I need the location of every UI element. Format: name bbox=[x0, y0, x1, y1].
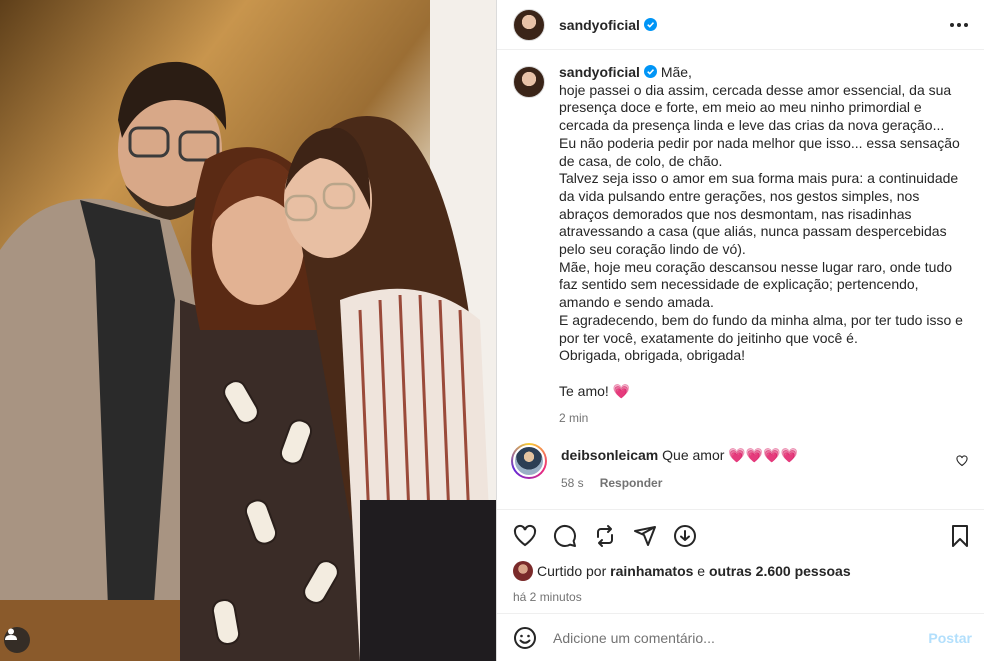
more-options-icon bbox=[950, 22, 954, 27]
post-side-panel: sandyoficial sandyoficial Mãe, hoje pass… bbox=[496, 0, 984, 661]
liker-username[interactable]: rainhamatos bbox=[610, 563, 693, 579]
post-timestamp[interactable]: há 2 minutos bbox=[513, 590, 972, 604]
caption-time[interactable]: 2 min bbox=[559, 411, 968, 425]
comment-time[interactable]: 58 s bbox=[561, 476, 584, 490]
likes-connector: e bbox=[697, 563, 706, 579]
caption-signoff: Te amo! bbox=[559, 382, 609, 399]
comment-button[interactable] bbox=[553, 524, 577, 548]
user-tag-icon bbox=[5, 628, 17, 640]
bookmark-icon bbox=[952, 525, 968, 547]
caption-message: Mãe, hoje passei o dia assim, cercada de… bbox=[559, 64, 963, 364]
likes-prefix: Curtido por bbox=[537, 563, 607, 579]
comment-item: deibsonleicam Que amor 💗💗💗💗 58 s Respond… bbox=[511, 442, 968, 490]
caption-signoff-line: Te amo! 💗 bbox=[559, 383, 968, 401]
download-button[interactable] bbox=[673, 524, 697, 548]
caption: sandyoficial Mãe, hoje passei o dia assi… bbox=[513, 64, 968, 425]
comment-message: Que amor bbox=[662, 446, 725, 463]
verified-badge-icon bbox=[643, 17, 657, 31]
post-header: sandyoficial bbox=[497, 0, 984, 50]
author-avatar[interactable] bbox=[513, 8, 545, 41]
photo-illustration bbox=[0, 0, 496, 661]
instagram-post: sandyoficial sandyoficial Mãe, hoje pass… bbox=[0, 0, 984, 661]
comment-text: deibsonleicam Que amor 💗💗💗💗 bbox=[561, 447, 968, 464]
caption-body: sandyoficial Mãe, hoje passei o dia assi… bbox=[559, 64, 968, 425]
emoji-icon[interactable] bbox=[513, 626, 537, 650]
likes-summary: Curtido por rainhamatos e outras 2.600 p… bbox=[513, 561, 972, 581]
comment-icon bbox=[553, 524, 576, 547]
repost-icon bbox=[597, 525, 613, 547]
post-photo[interactable] bbox=[0, 0, 496, 661]
download-icon bbox=[674, 525, 696, 547]
comment-input[interactable] bbox=[553, 629, 929, 646]
share-icon bbox=[634, 526, 656, 546]
action-icons-row bbox=[513, 522, 972, 550]
likes-others-link[interactable]: outras 2.600 pessoas bbox=[709, 563, 851, 579]
caption-author-avatar[interactable] bbox=[513, 66, 545, 98]
caption-text: sandyoficial Mãe, hoje passei o dia assi… bbox=[559, 64, 968, 365]
comment-body: deibsonleicam Que amor 💗💗💗💗 58 s Respond… bbox=[561, 443, 968, 490]
add-comment-bar: Postar bbox=[497, 613, 984, 661]
comments-section: sandyoficial Mãe, hoje passei o dia assi… bbox=[497, 50, 984, 509]
heart-icon bbox=[513, 524, 537, 547]
comment-like-heart-icon[interactable] bbox=[956, 455, 968, 467]
caption-author[interactable]: sandyoficial bbox=[559, 64, 657, 80]
commenter-avatar[interactable] bbox=[511, 442, 547, 479]
post-comment-button[interactable]: Postar bbox=[928, 630, 972, 646]
user-tag-button[interactable] bbox=[4, 627, 30, 653]
share-button[interactable] bbox=[633, 524, 657, 548]
reply-button[interactable]: Responder bbox=[600, 476, 663, 490]
author-username[interactable]: sandyoficial bbox=[559, 17, 657, 33]
commenter-username[interactable]: deibsonleicam bbox=[561, 447, 658, 463]
repost-button[interactable] bbox=[593, 524, 617, 548]
more-options-button[interactable] bbox=[948, 17, 970, 33]
like-button[interactable] bbox=[513, 524, 537, 548]
liker-avatar[interactable] bbox=[513, 561, 533, 581]
comment-meta: 58 s Responder bbox=[561, 476, 968, 490]
pink-heart-emoji: 💗 bbox=[612, 382, 631, 399]
post-actions: Curtido por rainhamatos e outras 2.600 p… bbox=[497, 509, 984, 613]
verified-badge-icon bbox=[643, 65, 657, 78]
comment-emojis: 💗💗💗💗 bbox=[728, 446, 799, 463]
save-button[interactable] bbox=[948, 524, 972, 548]
